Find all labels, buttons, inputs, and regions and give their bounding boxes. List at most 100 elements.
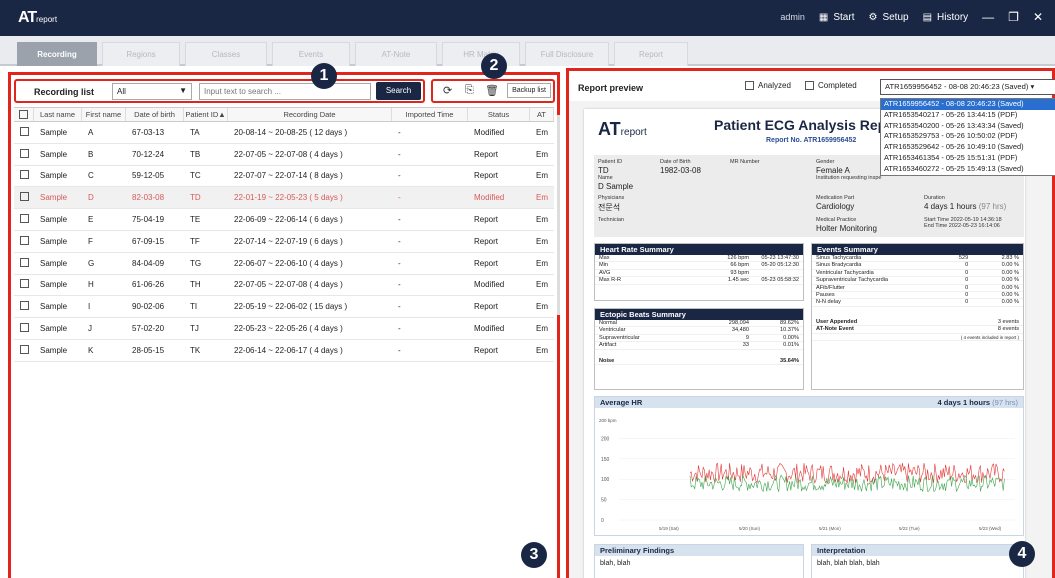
tab-regions[interactable]: Regions: [102, 42, 180, 66]
analyzed-checkbox[interactable]: Analyzed: [745, 81, 791, 90]
backup-list-button[interactable]: Backup list: [507, 83, 551, 98]
row-checkbox[interactable]: [14, 323, 34, 334]
summary-row: Sinus Tachycardia 529 2.83 %: [812, 255, 1023, 263]
minimize-button[interactable]: —: [982, 10, 994, 24]
table-row[interactable]: Sample F 67-09-15 TF 22-07-14 ~ 22-07-19 ( 6…: [14, 231, 554, 253]
hr-series-0: [689, 462, 1005, 484]
trash-icon[interactable]: 🗑: [485, 84, 499, 97]
x-tick-label: 5/22 (Tue): [899, 526, 920, 531]
duration-cell: Duration 4 days 1 hours (97 hrs): [924, 195, 1007, 211]
table-header: Last name First name Date of birth Patie…: [14, 107, 554, 122]
cell-patient-id: TK: [190, 345, 201, 355]
history-button[interactable]: ▤ History: [923, 12, 969, 23]
cell-first-name: E: [88, 215, 94, 225]
header-select[interactable]: [14, 108, 34, 121]
report-option[interactable]: ATR1653460272 - 05-25 15:49:13 (Saved): [881, 164, 1055, 175]
row-checkbox[interactable]: [14, 235, 34, 247]
report-preview-panel: Report preview Analyzed Completed ATR165…: [566, 68, 1055, 578]
technician-cell: Technician: [598, 217, 624, 223]
header-recording-date[interactable]: Recording Date: [228, 108, 392, 121]
report-preview-title: Report preview: [578, 83, 644, 93]
table-row[interactable]: Sample E 75-04-19 TE 22-06-09 ~ 22-06-14 ( 6…: [14, 209, 554, 231]
cell-at: Em: [536, 302, 548, 312]
chevron-down-icon: ▼: [179, 86, 187, 95]
report-option[interactable]: ATR1653540217 - 05-26 13:44:15 (PDF): [881, 110, 1055, 121]
filter-select[interactable]: All ▼: [112, 83, 192, 100]
import-icon[interactable]: ⎘: [465, 84, 474, 97]
table-row[interactable]: Sample A 67-03-13 TA 20-08-14 ~ 20-08-25 ( 1…: [14, 122, 554, 144]
findings-text: blah, blah: [600, 560, 631, 567]
table-row[interactable]: Sample J 57-02-20 TJ 22-05-23 ~ 22-05-26 ( 4…: [14, 318, 554, 340]
report-option[interactable]: ATR1659956452 - 08-08 20:46:23 (Saved): [881, 99, 1055, 110]
summary-row: Normal 298,094 89.62%: [595, 320, 803, 328]
at-note-row: AT-Note Event 8 events: [812, 326, 1023, 334]
tab-events[interactable]: Events: [272, 42, 350, 66]
cell-last-name: Sample: [40, 302, 68, 312]
header-at[interactable]: AT: [530, 108, 554, 121]
search-input[interactable]: [199, 83, 371, 100]
findings-title: Preliminary Findings: [595, 545, 803, 556]
row-checkbox[interactable]: [14, 170, 34, 181]
recording-panel: Recording list All▼ Search ⟳ ⎘ 🗑 Backup …: [8, 53, 560, 578]
cell-imported-time: -: [398, 236, 401, 246]
tab-recording[interactable]: Recording: [17, 42, 97, 66]
row-checkbox[interactable]: [14, 344, 34, 356]
cell-first-name: B: [88, 149, 94, 159]
table-row[interactable]: Sample H 61-06-26 TH 22-07-05 ~ 22-07-08 ( 4…: [14, 275, 554, 297]
cell-dob: 59-12-05: [132, 171, 165, 181]
row-checkbox[interactable]: [14, 214, 34, 225]
refresh-icon[interactable]: ⟳: [443, 84, 452, 97]
row-checkbox[interactable]: [14, 126, 34, 138]
row-checkbox[interactable]: [14, 257, 34, 269]
scrollbar[interactable]: [557, 115, 560, 315]
cell-patient-id: TA: [190, 127, 200, 137]
row-checkbox[interactable]: [14, 192, 34, 203]
cell-status: Report: [474, 302, 499, 312]
start-button[interactable]: ▦ Start: [819, 12, 855, 23]
close-button[interactable]: ✕: [1033, 10, 1043, 24]
row-checkbox[interactable]: [14, 148, 34, 160]
cell-recording-date: 22-05-19 ~ 22-06-02 ( 15 days ): [234, 302, 348, 312]
start-end-cell: Start Time 2022-05-19 14:36:18 End Time 2…: [924, 217, 1002, 229]
document-icon: ▤: [922, 11, 933, 23]
row-checkbox[interactable]: [14, 301, 34, 312]
header-last-name[interactable]: Last name: [34, 108, 82, 121]
search-button[interactable]: Search: [376, 82, 421, 100]
cell-last-name: Sample: [40, 193, 68, 203]
header-first-name[interactable]: First name: [82, 108, 126, 121]
table-row[interactable]: Sample B 70-12-24 TB 22-07-05 ~ 22-07-08 ( 4…: [14, 144, 554, 166]
header-status[interactable]: Status: [468, 108, 530, 121]
cell-imported-time: -: [398, 215, 401, 225]
tab-full-disclosure[interactable]: Full Disclosure: [525, 42, 609, 66]
table-row[interactable]: Sample C 59-12-05 TC 22-07-07 ~ 22-07-14 ( 8…: [14, 166, 554, 188]
header-patient-id[interactable]: Patient ID▲: [184, 108, 228, 121]
report-option[interactable]: ATR1653529642 - 05-26 10:49:10 (Saved): [881, 142, 1055, 153]
setup-button[interactable]: ⚙ Setup: [868, 12, 908, 23]
cell-first-name: A: [88, 127, 94, 137]
header-imported-time[interactable]: Imported Time: [392, 108, 468, 121]
cell-status: Report: [474, 171, 499, 181]
completed-checkbox[interactable]: Completed: [805, 81, 857, 90]
report-select[interactable]: ATR1659956452 - 08-08 20:46:23 (Saved) ▾: [880, 79, 1055, 95]
report-option[interactable]: ATR1653461354 - 05-25 15:51:31 (PDF): [881, 153, 1055, 164]
maximize-button[interactable]: ❐: [1008, 10, 1019, 24]
table-row[interactable]: Sample G 84-04-09 TG 22-06-07 ~ 22-06-10 ( 4…: [14, 253, 554, 275]
hr-plot: 200 bpm 200 150 100 50 0 5/19 (Sat) 5/20 (Sun) 5…: [599, 418, 1015, 531]
cell-imported-time: -: [398, 149, 401, 159]
tab-at-note[interactable]: AT-Note: [355, 42, 437, 66]
cell-at: Em: [536, 149, 548, 159]
table-row[interactable]: Sample D 82-03-08 TD 22-01-19 ~ 22-05-23 ( 5…: [14, 187, 554, 210]
tab-report[interactable]: Report: [614, 42, 688, 66]
tab-classes[interactable]: Classes: [185, 42, 267, 66]
table-row[interactable]: Sample I 90-02-06 TI 22-05-19 ~ 22-06-02 ( 1…: [14, 296, 554, 319]
cell-at: Em: [536, 215, 548, 225]
cell-dob: 67-03-13: [132, 127, 165, 137]
cell-recording-date: 22-07-07 ~ 22-07-14 ( 8 days ): [234, 171, 343, 181]
header-dob[interactable]: Date of birth: [126, 108, 184, 121]
table-row[interactable]: Sample K 28-05-15 TK 22-06-14 ~ 22-06-17 ( 4…: [14, 340, 554, 362]
cell-imported-time: -: [398, 127, 401, 137]
cell-at: Em: [536, 345, 548, 355]
report-option[interactable]: ATR1653540200 - 05-26 13:43:34 (Saved): [881, 121, 1055, 132]
report-option[interactable]: ATR1653529753 - 05-26 10:50:02 (PDF): [881, 131, 1055, 142]
row-checkbox[interactable]: [14, 279, 34, 290]
